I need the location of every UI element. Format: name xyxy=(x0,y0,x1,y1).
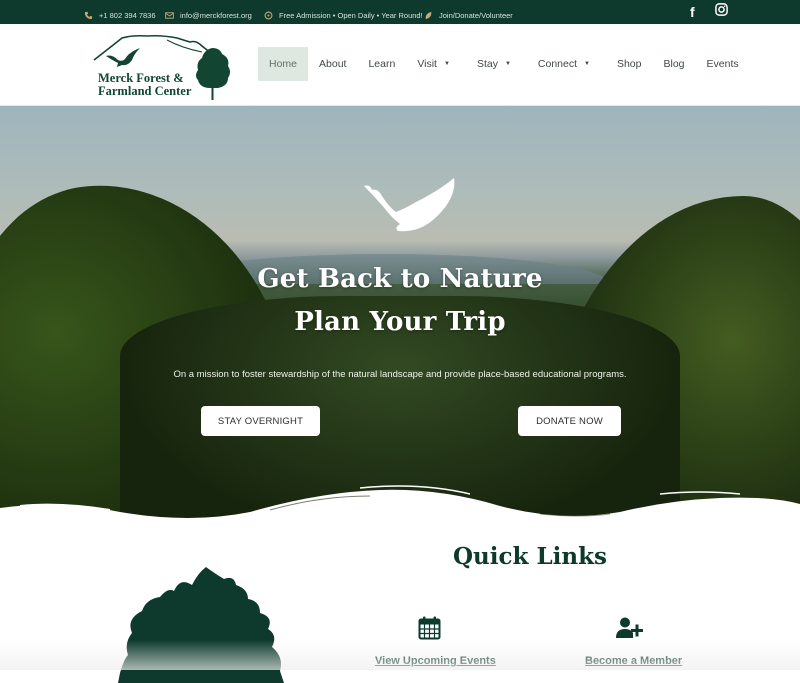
nav-home[interactable]: Home xyxy=(258,47,309,81)
instagram-icon[interactable] xyxy=(715,3,728,19)
email-address: info@merckforest.org xyxy=(180,11,252,20)
leaf-icon xyxy=(424,11,433,20)
site-logo[interactable]: Merck Forest & Farmland Center xyxy=(92,32,237,104)
stay-overnight-button[interactable]: STAY OVERNIGHT xyxy=(201,406,320,436)
facebook-icon[interactable]: f xyxy=(690,4,695,20)
clock-icon xyxy=(264,11,273,20)
view-upcoming-events-link[interactable]: View Upcoming Events xyxy=(375,655,496,667)
user-plus-icon[interactable] xyxy=(616,617,644,644)
nav-shop[interactable]: Shop xyxy=(601,47,653,81)
chevron-down-icon: ▼ xyxy=(504,61,511,67)
hours-text: Free Admission • Open Daily • Year Round… xyxy=(279,11,423,20)
quick-links-title: Quick Links xyxy=(453,543,607,570)
phone-icon xyxy=(84,11,93,20)
nav-about[interactable]: About xyxy=(308,47,357,81)
bird-icon xyxy=(364,178,455,232)
logo-line-1: Merck Forest & xyxy=(98,71,184,85)
nav-stay[interactable]: Stay ▼ xyxy=(461,47,522,81)
tree-silhouette xyxy=(118,567,284,683)
nav-label: Visit xyxy=(417,58,437,70)
wave-divider xyxy=(0,485,800,530)
calendar-icon[interactable] xyxy=(418,616,441,645)
nav-label: Connect xyxy=(537,58,578,70)
nav-label: Home xyxy=(269,58,298,70)
nav-learn[interactable]: Learn xyxy=(357,47,406,81)
join-text: Join/Donate/Volunteer xyxy=(439,11,513,20)
nav-label: Stay xyxy=(476,58,498,70)
email-info[interactable]: info@merckforest.org xyxy=(165,11,252,20)
main-nav: Home About Learn Visit ▼ Stay ▼ Connect ▼ S… xyxy=(258,47,750,81)
hours-info: Free Admission • Open Daily • Year Round… xyxy=(264,11,423,20)
donate-now-button[interactable]: DONATE NOW xyxy=(518,406,621,436)
nav-visit[interactable]: Visit ▼ xyxy=(406,47,461,81)
nav-label: About xyxy=(319,58,347,70)
hero-title-line-2: Plan Your Trip xyxy=(294,307,506,337)
join-link[interactable]: Join/Donate/Volunteer xyxy=(424,11,513,20)
chevron-down-icon: ▼ xyxy=(443,61,450,67)
hero-subtitle: On a mission to foster stewardship of th… xyxy=(173,369,627,380)
nav-label: Events xyxy=(706,58,739,70)
envelope-icon xyxy=(165,11,174,20)
site-header: Merck Forest & Farmland Center Home Abou… xyxy=(0,24,800,106)
logo-line-2: Farmland Center xyxy=(98,84,192,98)
nav-connect[interactable]: Connect ▼ xyxy=(522,47,601,81)
nav-events[interactable]: Events xyxy=(696,47,750,81)
nav-label: Learn xyxy=(368,58,396,70)
phone-info[interactable]: +1 802 394 7836 xyxy=(84,11,156,20)
nav-label: Shop xyxy=(616,58,642,70)
phone-number: +1 802 394 7836 xyxy=(99,11,156,20)
chevron-down-icon: ▼ xyxy=(584,61,590,67)
nav-label: Blog xyxy=(663,58,685,70)
hero-section: Get Back to Nature Plan Your Trip On a m… xyxy=(0,106,800,526)
nav-blog[interactable]: Blog xyxy=(653,47,696,81)
hero-title-line-1: Get Back to Nature xyxy=(257,264,543,294)
become-a-member-link[interactable]: Become a Member xyxy=(585,655,682,667)
